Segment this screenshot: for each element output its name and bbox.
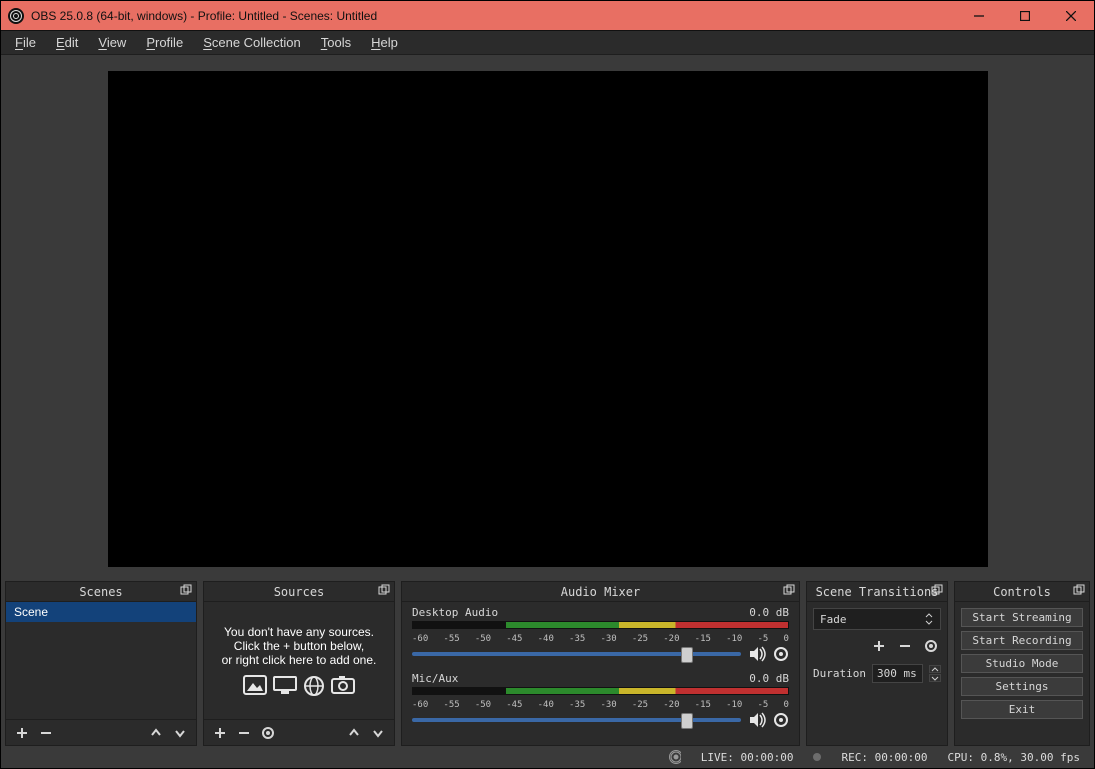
detach-icon[interactable] [1073,584,1085,596]
duration-label: Duration [813,667,866,680]
camera-icon [331,675,355,697]
audio-track-level: 0.0 dB [749,606,789,619]
broadcast-icon [669,751,681,763]
monitor-icon [273,675,297,697]
scene-row[interactable]: Scene [6,602,196,622]
source-properties-button[interactable] [258,723,278,743]
status-bar: LIVE: 00:00:00 REC: 00:00:00 CPU: 0.8%, … [5,746,1090,768]
sources-dock: Sources You don't have any sources. Clic… [203,581,395,746]
menu-file[interactable]: File [5,31,46,54]
record-dot-icon [813,753,821,761]
detach-icon[interactable] [180,584,192,596]
preview-canvas[interactable] [108,71,988,567]
detach-icon[interactable] [378,584,390,596]
audio-level-meter [412,621,789,633]
audio-track: Mic/Aux 0.0 dB -60-55-50-45-40-35-30-25-… [412,672,789,728]
scene-transitions-dock: Scene Transitions Fade Duration 300 ms [806,581,948,746]
gear-icon[interactable] [773,712,789,728]
settings-button[interactable]: Settings [961,677,1083,696]
sources-hint-line: Click the + button below, [234,639,364,653]
add-source-button[interactable] [210,723,230,743]
audio-track-level: 0.0 dB [749,672,789,685]
remove-transition-button[interactable] [895,636,915,656]
transition-properties-button[interactable] [921,636,941,656]
status-cpu: CPU: 0.8%, 30.00 fps [948,751,1080,764]
audio-mixer-dock: Audio Mixer Desktop Audio 0.0 dB -60-55-… [401,581,800,746]
duration-input[interactable]: 300 ms [872,664,923,683]
window-title: OBS 25.0.8 (64-bit, windows) - Profile: … [31,9,377,23]
sources-hint-line: or right click here to add one. [222,653,377,667]
image-icon [243,675,267,697]
speaker-icon[interactable] [749,646,767,662]
add-transition-button[interactable] [869,636,889,656]
titlebar: OBS 25.0.8 (64-bit, windows) - Profile: … [1,1,1094,31]
menu-tools[interactable]: Tools [311,31,361,54]
window-minimize-button[interactable] [956,1,1002,31]
source-move-down-button[interactable] [368,723,388,743]
start-streaming-button[interactable]: Start Streaming [961,608,1083,627]
updown-icon [924,612,934,626]
status-rec: REC: 00:00:00 [841,751,927,764]
transition-select[interactable]: Fade [813,608,941,630]
sources-hint-line: You don't have any sources. [224,625,374,639]
globe-icon [303,675,325,697]
menu-view[interactable]: View [88,31,136,54]
audio-level-meter [412,687,789,699]
studio-mode-button[interactable]: Studio Mode [961,654,1083,673]
audio-track-name: Mic/Aux [412,672,458,685]
controls-title: Controls [993,585,1051,599]
sources-title: Sources [274,585,325,599]
scene-move-up-button[interactable] [146,723,166,743]
remove-source-button[interactable] [234,723,254,743]
menu-edit[interactable]: Edit [46,31,88,54]
add-scene-button[interactable] [12,723,32,743]
start-recording-button[interactable]: Start Recording [961,631,1083,650]
detach-icon[interactable] [931,584,943,596]
speaker-icon[interactable] [749,712,767,728]
remove-scene-button[interactable] [36,723,56,743]
audio-track-name: Desktop Audio [412,606,498,619]
preview-area [5,59,1090,579]
controls-dock: Controls Start Streaming Start Recording… [954,581,1090,746]
source-move-up-button[interactable] [344,723,364,743]
audio-mixer-title: Audio Mixer [561,585,640,599]
obs-logo-icon [7,7,25,25]
scenes-dock: Scenes Scene [5,581,197,746]
window-close-button[interactable] [1048,1,1094,31]
volume-slider[interactable] [412,652,741,656]
gear-icon[interactable] [773,646,789,662]
duration-spinner[interactable] [929,665,941,682]
scene-move-down-button[interactable] [170,723,190,743]
detach-icon[interactable] [783,584,795,596]
menu-scene-collection[interactable]: Scene Collection [193,31,311,54]
audio-ticks: -60-55-50-45-40-35-30-25-20-15-10-50 [412,634,789,644]
window-maximize-button[interactable] [1002,1,1048,31]
audio-ticks: -60-55-50-45-40-35-30-25-20-15-10-50 [412,700,789,710]
scene-transitions-title: Scene Transitions [816,585,939,599]
status-live: LIVE: 00:00:00 [701,751,794,764]
sources-hint[interactable]: You don't have any sources. Click the + … [204,602,394,719]
exit-button[interactable]: Exit [961,700,1083,719]
menu-help[interactable]: Help [361,31,408,54]
menu-profile[interactable]: Profile [136,31,193,54]
audio-track: Desktop Audio 0.0 dB -60-55-50-45-40-35-… [412,606,789,662]
menubar: File Edit View Profile Scene Collection … [1,31,1094,55]
scene-list[interactable]: Scene [6,602,196,719]
transition-value: Fade [820,613,847,626]
scenes-title: Scenes [79,585,122,599]
volume-slider[interactable] [412,718,741,722]
